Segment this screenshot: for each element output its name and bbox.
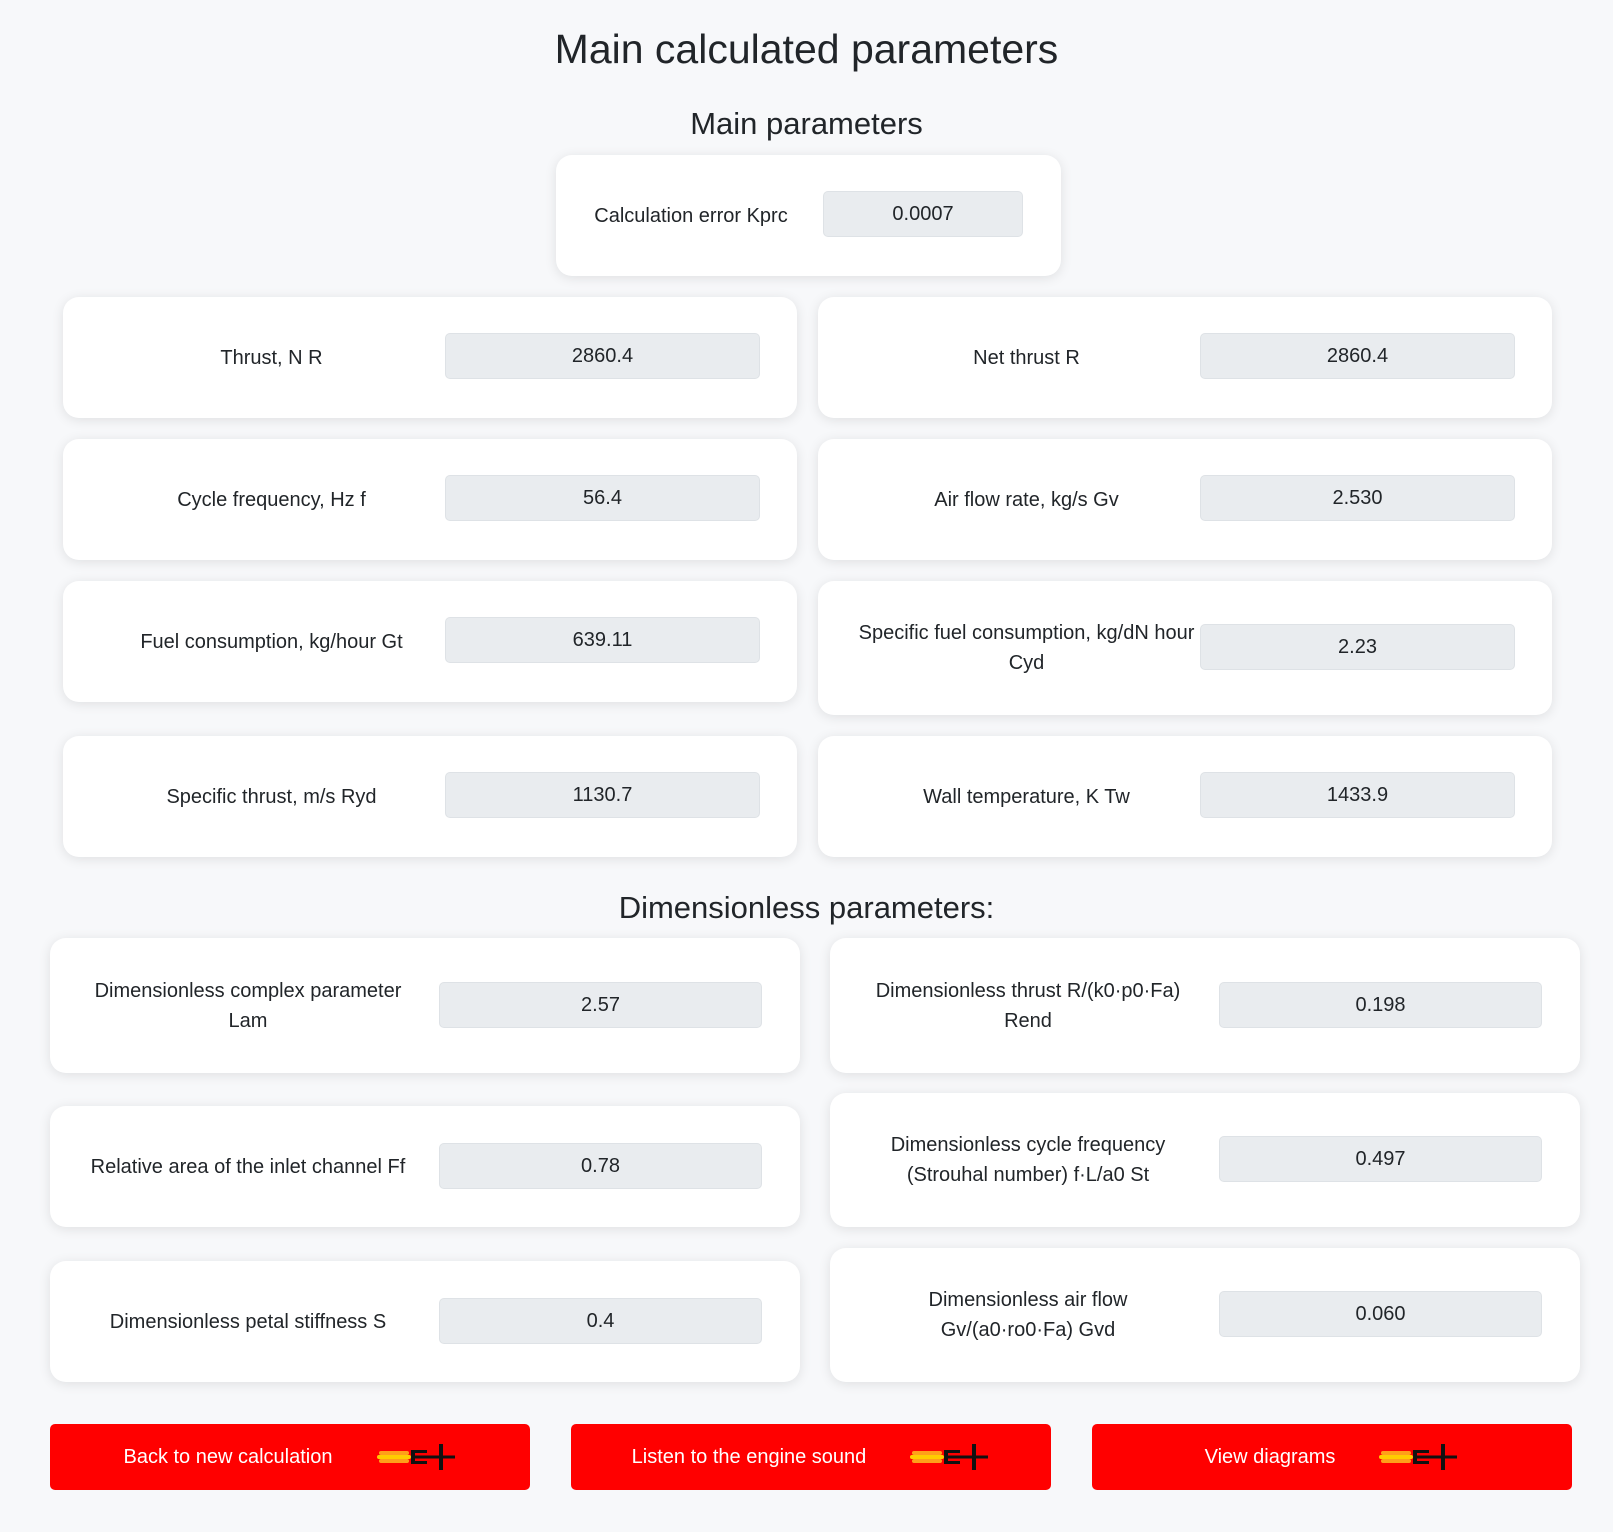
petal-stiffness-value: 0.4: [439, 1298, 762, 1344]
specific-thrust-value: 1130.7: [445, 772, 760, 818]
dim-card-strouhal-number: Dimensionless cycle frequency (Strouhal …: [830, 1093, 1580, 1227]
page-title: Main calculated parameters: [554, 26, 1059, 72]
relative-inlet-area-value: 0.78: [439, 1143, 762, 1189]
rocket-engine-icon: [376, 1442, 457, 1472]
calculation-error-label: Calculation error Kprc: [594, 204, 788, 227]
petal-stiffness-label: Dimensionless petal stiffness S: [109, 1310, 387, 1333]
dim-card-air-flow: Dimensionless air flow Gv/(a0·ro0·Fa) Gv…: [830, 1248, 1580, 1382]
relative-inlet-area-label: Relative area of the inlet channel Ff: [90, 1155, 406, 1178]
param-card-fuel-consumption: Fuel consumption, kg/hour Gt 639.11: [63, 581, 797, 702]
dim-card-complex-parameter: Dimensionless complex parameter Lam 2.57: [50, 938, 800, 1073]
dimensionless-thrust-label: Dimensionless thrust R/(k0·p0·Fa) Rend: [875, 979, 1181, 1032]
rocket-engine-icon: [910, 1442, 990, 1472]
dim-card-relative-inlet-area: Relative area of the inlet channel Ff 0.…: [50, 1106, 800, 1227]
param-card-air-flow-rate: Air flow rate, kg/s Gv 2.530: [818, 439, 1552, 560]
dimensionless-air-flow-value: 0.060: [1219, 1291, 1542, 1337]
dim-card-petal-stiffness: Dimensionless petal stiffness S 0.4: [50, 1261, 800, 1382]
strouhal-number-value: 0.497: [1219, 1136, 1542, 1182]
specific-fuel-consumption-label: Specific fuel consumption, kg/dN hour Cy…: [858, 622, 1195, 674]
calculation-error-card: Calculation error Kprc 0.0007: [556, 155, 1061, 276]
cycle-frequency-label: Cycle frequency, Hz f: [177, 488, 366, 511]
back-button-label: Back to new calculation: [123, 1445, 333, 1468]
param-card-net-thrust: Net thrust R 2860.4: [818, 297, 1552, 418]
param-card-specific-thrust: Specific thrust, m/s Ryd 1130.7: [63, 736, 797, 857]
specific-fuel-consumption-value: 2.23: [1200, 624, 1515, 670]
dimensionless-parameters-title: Dimensionless parameters:: [618, 890, 995, 925]
dimensionless-air-flow-label: Dimensionless air flow Gv/(a0·ro0·Fa) Gv…: [928, 1289, 1128, 1341]
dimensionless-thrust-value: 0.198: [1219, 982, 1542, 1028]
strouhal-number-label: Dimensionless cycle frequency (Strouhal …: [890, 1134, 1166, 1186]
complex-parameter-label: Dimensionless complex parameter Lam: [94, 979, 402, 1032]
calculation-error-value: 0.0007: [823, 191, 1023, 237]
thrust-label: Thrust, N R: [220, 346, 323, 369]
net-thrust-value: 2860.4: [1200, 333, 1515, 379]
air-flow-rate-label: Air flow rate, kg/s Gv: [934, 488, 1119, 511]
air-flow-rate-value: 2.530: [1200, 475, 1515, 521]
complex-parameter-value: 2.57: [439, 982, 762, 1028]
rocket-engine-icon: [1379, 1442, 1459, 1472]
diagrams-button-label: View diagrams: [1204, 1445, 1336, 1468]
wall-temperature-value: 1433.9: [1200, 772, 1515, 818]
listen-engine-sound-button[interactable]: Listen to the engine sound: [571, 1424, 1051, 1490]
thrust-value: 2860.4: [445, 333, 760, 379]
back-to-new-calculation-button[interactable]: Back to new calculation: [50, 1424, 530, 1490]
param-card-cycle-frequency: Cycle frequency, Hz f 56.4: [63, 439, 797, 560]
main-parameters-title: Main parameters: [690, 106, 923, 141]
specific-thrust-label: Specific thrust, m/s Ryd: [166, 785, 377, 808]
listen-button-label: Listen to the engine sound: [631, 1445, 867, 1468]
fuel-consumption-label: Fuel consumption, kg/hour Gt: [140, 630, 403, 653]
param-card-specific-fuel-consumption: Specific fuel consumption, kg/dN hour Cy…: [818, 581, 1552, 715]
dim-card-dimensionless-thrust: Dimensionless thrust R/(k0·p0·Fa) Rend 0…: [830, 938, 1580, 1073]
wall-temperature-label: Wall temperature, K Tw: [923, 785, 1130, 808]
net-thrust-label: Net thrust R: [973, 346, 1080, 369]
cycle-frequency-value: 56.4: [445, 475, 760, 521]
param-card-thrust: Thrust, N R 2860.4: [63, 297, 797, 418]
fuel-consumption-value: 639.11: [445, 617, 760, 663]
view-diagrams-button[interactable]: View diagrams: [1092, 1424, 1572, 1490]
param-card-wall-temperature: Wall temperature, K Tw 1433.9: [818, 736, 1552, 857]
